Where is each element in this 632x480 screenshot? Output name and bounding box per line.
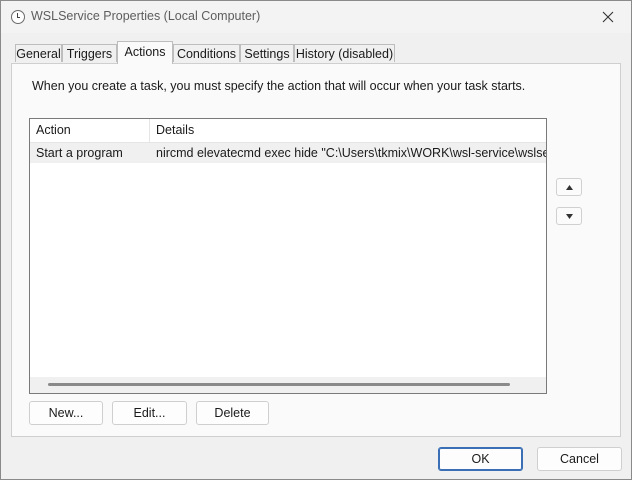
- tab-settings[interactable]: Settings: [240, 44, 294, 62]
- tab-triggers[interactable]: Triggers: [62, 44, 117, 62]
- clock-icon: [11, 10, 25, 24]
- horizontal-scrollbar[interactable]: [30, 377, 546, 393]
- column-header-action[interactable]: Action: [30, 119, 150, 142]
- window-title: WSLService Properties (Local Computer): [31, 9, 261, 23]
- delete-button[interactable]: Delete: [196, 401, 269, 425]
- close-button[interactable]: [585, 1, 631, 33]
- tab-history[interactable]: History (disabled): [294, 44, 395, 62]
- close-icon: [602, 11, 614, 23]
- column-header-details[interactable]: Details: [150, 119, 546, 142]
- list-header: Action Details: [30, 119, 546, 143]
- tab-conditions[interactable]: Conditions: [173, 44, 240, 62]
- actions-description: When you create a task, you must specify…: [32, 79, 526, 93]
- arrow-down-icon: [565, 213, 573, 219]
- edit-button[interactable]: Edit...: [112, 401, 187, 425]
- tab-actions[interactable]: Actions: [117, 41, 173, 64]
- actions-list[interactable]: Action Details Start a program nircmd el…: [29, 118, 547, 394]
- move-down-button[interactable]: [556, 207, 582, 225]
- tab-general[interactable]: General: [15, 44, 62, 62]
- new-button[interactable]: New...: [29, 401, 103, 425]
- list-item[interactable]: Start a program nircmd elevatecmd exec h…: [30, 143, 546, 163]
- title-bar: WSLService Properties (Local Computer): [1, 1, 631, 33]
- actions-panel: When you create a task, you must specify…: [11, 63, 621, 437]
- scrollbar-thumb[interactable]: [48, 383, 510, 386]
- details-cell: nircmd elevatecmd exec hide "C:\Users\tk…: [156, 146, 546, 160]
- move-up-button[interactable]: [556, 178, 582, 196]
- action-cell: Start a program: [36, 146, 123, 160]
- arrow-up-icon: [565, 184, 573, 190]
- ok-button[interactable]: OK: [438, 447, 523, 471]
- properties-window: WSLService Properties (Local Computer) G…: [0, 0, 632, 480]
- cancel-button[interactable]: Cancel: [537, 447, 622, 471]
